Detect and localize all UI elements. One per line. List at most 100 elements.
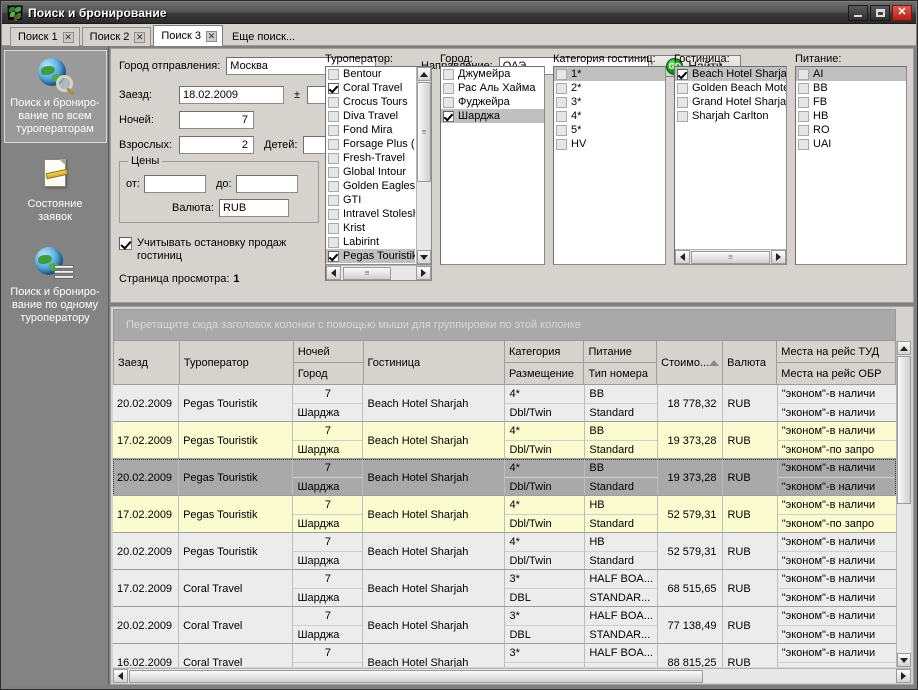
scroll-thumb[interactable]	[897, 356, 911, 504]
list-item[interactable]: Labirint	[326, 235, 415, 249]
list-item[interactable]: 3*	[554, 95, 665, 109]
item-checkbox[interactable]	[677, 83, 688, 94]
item-checkbox[interactable]	[328, 139, 339, 150]
column-header-category-placement[interactable]: Категория Размещение	[505, 341, 585, 384]
scroll-left-icon[interactable]	[113, 669, 128, 683]
minimize-button[interactable]	[848, 5, 868, 21]
column-header-city[interactable]: Город	[294, 363, 363, 384]
item-checkbox[interactable]	[328, 97, 339, 108]
tab-search-1[interactable]: Поиск 1 ✕	[10, 27, 80, 46]
column-header-nights-city[interactable]: Ночей Город	[294, 341, 364, 384]
price-to-input[interactable]	[236, 175, 298, 193]
list-item[interactable]: Pegas Tour (Che	[326, 263, 415, 264]
list-item[interactable]: Beach Hotel Sharjah	[675, 67, 786, 81]
close-button[interactable]: ✕	[892, 5, 912, 21]
maximize-button[interactable]	[870, 5, 890, 21]
item-checkbox[interactable]	[798, 83, 809, 94]
item-checkbox[interactable]	[443, 97, 454, 108]
meal-listbox[interactable]: AI BB FB HB RO UAI	[795, 66, 907, 265]
item-checkbox[interactable]	[328, 167, 339, 178]
category-listbox[interactable]: 1* 2* 3* 4* 5* HV	[553, 66, 666, 265]
sidebar-item-search-all-operators[interactable]: Поиск и брониро- вание по всем туроперат…	[4, 50, 107, 143]
list-item[interactable]: Diva Travel	[326, 109, 415, 123]
item-checkbox[interactable]	[328, 237, 339, 248]
item-checkbox[interactable]	[328, 125, 339, 136]
list-item[interactable]: Golden Eagles T	[326, 179, 415, 193]
scroll-down-icon[interactable]	[417, 250, 431, 264]
column-header-roomtype[interactable]: Тип номера	[584, 363, 656, 384]
list-item[interactable]: HB	[796, 109, 906, 123]
tab-close-icon[interactable]: ✕	[206, 31, 217, 42]
item-checkbox[interactable]	[443, 69, 454, 80]
item-checkbox[interactable]	[328, 209, 339, 220]
list-item[interactable]: Джумейра	[441, 67, 544, 81]
column-header-placement[interactable]: Размещение	[505, 363, 584, 384]
item-checkbox[interactable]	[443, 111, 454, 122]
column-header-meal[interactable]: Питание	[584, 341, 656, 363]
list-item[interactable]: 2*	[554, 81, 665, 95]
list-item[interactable]: 1*	[554, 67, 665, 81]
item-checkbox[interactable]	[556, 83, 567, 94]
list-item[interactable]: Фуджейра	[441, 95, 544, 109]
column-header-nights[interactable]: Ночей	[294, 341, 363, 363]
item-checkbox[interactable]	[798, 97, 809, 108]
item-checkbox[interactable]	[443, 83, 454, 94]
sidebar-item-search-one-operator[interactable]: Поиск и брониро- вание по одному туропер…	[4, 240, 107, 331]
column-header-seats[interactable]: Места на рейс ТУД Места на рейс ОБР	[777, 341, 895, 384]
list-item[interactable]: Grand Hotel Sharjah	[675, 95, 786, 109]
scroll-thumb[interactable]: ≡	[691, 251, 770, 264]
table-row[interactable]: 17.02.2009Pegas Touristik7ШарджаBeach Ho…	[113, 496, 896, 533]
operator-listbox[interactable]: Bentour Coral Travel Crocus Tours Diva T…	[325, 66, 432, 265]
stopsale-checkbox-row[interactable]: Учитывать остановку продаж гостиниц	[119, 237, 314, 263]
column-header-currency[interactable]: Валюта	[723, 341, 777, 384]
scroll-thumb[interactable]: ≡	[343, 267, 391, 280]
scroll-up-icon[interactable]	[897, 341, 911, 355]
adults-input[interactable]: 2	[179, 136, 254, 154]
item-checkbox[interactable]	[328, 69, 339, 80]
column-header-seats-back[interactable]: Места на рейс ОБР	[777, 363, 895, 384]
scroll-left-icon[interactable]	[675, 250, 690, 264]
group-panel[interactable]: Перетащите сюда заголовок колонки с помо…	[113, 309, 896, 341]
list-item[interactable]: Global Intour	[326, 165, 415, 179]
item-checkbox[interactable]	[798, 125, 809, 136]
currency-input[interactable]: RUB	[219, 199, 289, 217]
item-checkbox[interactable]	[677, 97, 688, 108]
table-row[interactable]: 20.02.2009Pegas Touristik7ШарджаBeach Ho…	[113, 385, 896, 422]
item-checkbox[interactable]	[328, 195, 339, 206]
tab-close-icon[interactable]: ✕	[134, 32, 145, 43]
list-item[interactable]: HV	[554, 137, 665, 151]
tab-search-3[interactable]: Поиск 3 ✕	[153, 25, 223, 46]
table-row[interactable]: 16.02.2009Coral Travel7ШарджаBeach Hotel…	[113, 644, 896, 667]
item-checkbox[interactable]	[556, 97, 567, 108]
list-item[interactable]: GTI	[326, 193, 415, 207]
item-checkbox[interactable]	[328, 153, 339, 164]
list-item[interactable]: Crocus Tours	[326, 95, 415, 109]
table-row[interactable]: 17.02.2009Pegas Touristik7ШарджаBeach Ho…	[113, 422, 896, 459]
table-row[interactable]: 20.02.2009Coral Travel7ШарджаBeach Hotel…	[113, 607, 896, 644]
scroll-right-icon[interactable]	[771, 250, 786, 264]
item-checkbox[interactable]	[556, 139, 567, 150]
scroll-up-icon[interactable]	[417, 67, 431, 81]
item-checkbox[interactable]	[328, 223, 339, 234]
scroll-right-icon[interactable]	[416, 266, 431, 280]
checkin-date-input[interactable]: 18.02.2009	[179, 86, 284, 104]
list-item[interactable]: Coral Travel	[326, 81, 415, 95]
list-item[interactable]: UAI	[796, 137, 906, 151]
stopsale-checkbox[interactable]	[119, 237, 132, 250]
item-checkbox[interactable]	[556, 125, 567, 136]
scroll-thumb[interactable]	[129, 670, 703, 683]
list-item[interactable]: Intravel Stoleshn	[326, 207, 415, 221]
list-item[interactable]: Fond Mira	[326, 123, 415, 137]
item-checkbox[interactable]	[677, 111, 688, 122]
list-item[interactable]: Рас Аль Хайма	[441, 81, 544, 95]
column-header-operator[interactable]: Туроператор	[180, 341, 294, 384]
item-checkbox[interactable]	[798, 139, 809, 150]
column-header-hotel[interactable]: Гостиница	[364, 341, 505, 384]
list-item[interactable]: Krist	[326, 221, 415, 235]
scroll-left-icon[interactable]	[326, 266, 341, 280]
table-row[interactable]: 20.02.2009Pegas Touristik7ШарджаBeach Ho…	[113, 533, 896, 570]
item-checkbox[interactable]	[556, 69, 567, 80]
list-item[interactable]: 4*	[554, 109, 665, 123]
item-checkbox[interactable]	[556, 111, 567, 122]
list-item[interactable]: Forsage Plus (Ek	[326, 137, 415, 151]
